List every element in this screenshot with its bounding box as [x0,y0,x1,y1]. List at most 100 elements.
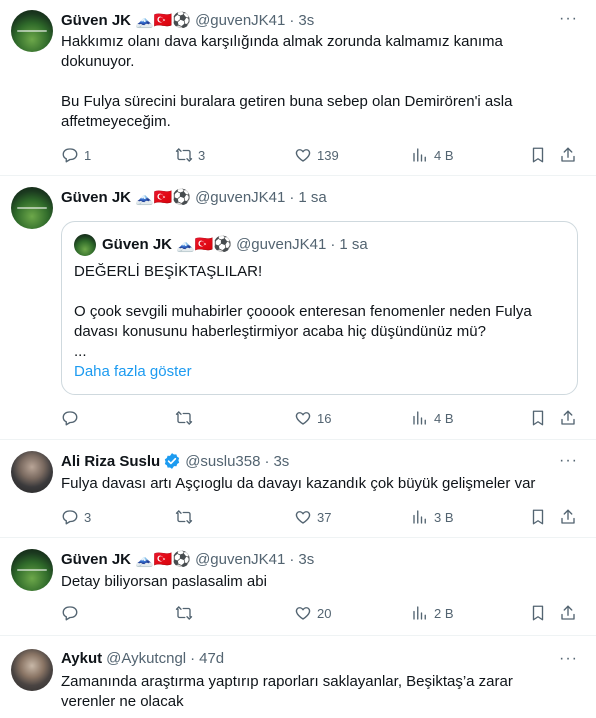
author-handle[interactable]: @guvenJK41 [195,189,285,206]
views-button[interactable]: 3 B [411,507,454,527]
views-button[interactable]: 2 B [411,603,454,623]
retweet-button[interactable] [175,507,198,527]
author-name[interactable]: Güven JK [61,189,131,206]
text-line: Detay biliyorsan paslasalim abi [61,573,267,590]
reply-count: 3 [84,509,92,525]
share-button[interactable] [559,408,577,428]
views-button[interactable]: 4 B [411,145,454,165]
retweet-count: 3 [198,147,206,163]
retweet-icon [175,411,193,425]
views-button[interactable]: 4 B [411,408,454,428]
tweet[interactable]: Güven JK 🗻🇹🇷⚽ @guvenJK41 · 3s Detay bili… [0,538,596,636]
text-line: affetmeyeceğim. [61,113,171,130]
share-icon [561,509,575,524]
avatar[interactable] [11,649,53,691]
reply-button[interactable] [61,603,84,623]
separator: · [264,452,270,470]
views-count: 4 B [434,147,454,163]
tweet-header: Ali Riza Suslu @suslu358 · 3s [61,452,289,470]
share-button[interactable] [559,603,577,623]
bookmark-button[interactable] [529,408,547,428]
tweet[interactable]: Aykut @Aykutcngl · 47d ··· Zamanında ara… [0,636,596,718]
retweet-icon [175,606,193,620]
text-line: DEĞERLİ BEŞİKTAŞLILAR! [74,263,263,280]
author-handle[interactable]: @guvenJK41 [195,12,285,29]
like-button[interactable]: 20 [294,603,331,623]
quoted-text: DEĞERLİ BEŞİKTAŞLILAR! O çook sevgili mu… [74,262,565,382]
like-icon [295,607,311,620]
views-count: 3 B [434,509,454,525]
author-name[interactable]: Güven JK [61,12,131,29]
bookmark-button[interactable] [529,507,547,527]
like-button[interactable]: 16 [294,408,331,428]
text-line: Bu Fulya sürecini buralara getiren buna … [61,93,513,110]
timestamp[interactable]: 3s [273,453,289,470]
views-icon [413,510,426,524]
avatar[interactable] [11,451,53,493]
bookmark-icon [532,410,544,426]
retweet-icon [175,510,193,524]
author-name[interactable]: Ali Riza Suslu [61,453,160,470]
text-line: ... [74,343,87,360]
timestamp[interactable]: 3s [298,12,314,29]
avatar[interactable] [11,549,53,591]
like-button[interactable]: 139 [294,145,339,165]
quoted-tweet[interactable]: Güven JK 🗻🇹🇷⚽ @guvenJK41 · 1 sa DEĞERLİ … [61,221,578,395]
tweet-text: Hakkımız olanı dava karşılığında almak z… [61,32,578,132]
avatar[interactable] [11,187,53,229]
like-button[interactable]: 37 [294,507,331,527]
more-icon[interactable]: ··· [559,650,578,668]
quoted-header: Güven JK 🗻🇹🇷⚽ @guvenJK41 · 1 sa [102,235,368,254]
tweet-header: Güven JK 🗻🇹🇷⚽ @guvenJK41 · 3s [61,11,314,30]
views-icon [413,148,426,162]
tweet[interactable]: Güven JK 🗻🇹🇷⚽ @guvenJK41 · 3s ··· Hakkım… [0,0,596,176]
quoted-timestamp: 1 sa [339,235,368,253]
share-button[interactable] [559,145,577,165]
more-icon[interactable]: ··· [559,10,578,28]
tweet-header: Aykut @Aykutcngl · 47d [61,650,224,667]
reply-count: 1 [84,147,92,163]
reply-button[interactable]: 1 [61,145,91,165]
reply-button[interactable] [61,408,84,428]
share-icon [561,410,575,425]
bookmark-button[interactable] [529,145,547,165]
retweet-button[interactable] [175,408,198,428]
tweet-actions: 20 2 B [61,603,581,623]
author-name[interactable]: Aykut [61,650,102,667]
bookmark-icon [532,605,544,621]
retweet-button[interactable] [175,603,198,623]
tweet[interactable]: Ali Riza Suslu @suslu358 · 3s ··· Fulya … [0,440,596,538]
tweet-actions: 16 4 B [61,408,581,428]
separator: · [330,235,336,253]
tweet-header: Güven JK 🗻🇹🇷⚽ @guvenJK41 · 3s [61,550,314,569]
views-icon [413,606,426,620]
reply-icon [62,510,78,525]
reply-icon [62,148,78,163]
like-count: 37 [317,509,332,525]
separator: · [289,188,295,206]
reply-button[interactable]: 3 [61,507,91,527]
share-icon [561,605,575,620]
share-button[interactable] [559,507,577,527]
author-handle[interactable]: @suslu358 [185,453,260,470]
like-icon [295,412,311,425]
reply-icon [62,411,78,426]
bookmark-icon [532,509,544,525]
bookmark-button[interactable] [529,603,547,623]
tweet-header: Güven JK 🗻🇹🇷⚽ @guvenJK41 · 1 sa [61,188,327,207]
more-icon[interactable]: ··· [559,452,578,470]
tweet-text: Fulya davası artı Aşçıoglu da davayı kaz… [61,474,578,494]
author-handle[interactable]: @guvenJK41 [195,551,285,568]
retweet-icon [175,148,193,162]
author-name[interactable]: Güven JK [61,551,131,568]
retweet-button[interactable]: 3 [175,145,205,165]
avatar[interactable] [11,10,53,52]
timestamp[interactable]: 3s [298,551,314,568]
timestamp[interactable]: 1 sa [298,189,326,206]
views-count: 2 B [434,605,454,621]
text-line: O çook sevgili muhabirler çooook enteres… [74,303,532,320]
show-more-link[interactable]: Daha fazla göster [74,362,565,382]
timestamp[interactable]: 47d [199,650,224,667]
tweet[interactable]: Güven JK 🗻🇹🇷⚽ @guvenJK41 · 1 sa Güven JK… [0,176,596,440]
author-handle[interactable]: @Aykutcngl [106,650,186,667]
